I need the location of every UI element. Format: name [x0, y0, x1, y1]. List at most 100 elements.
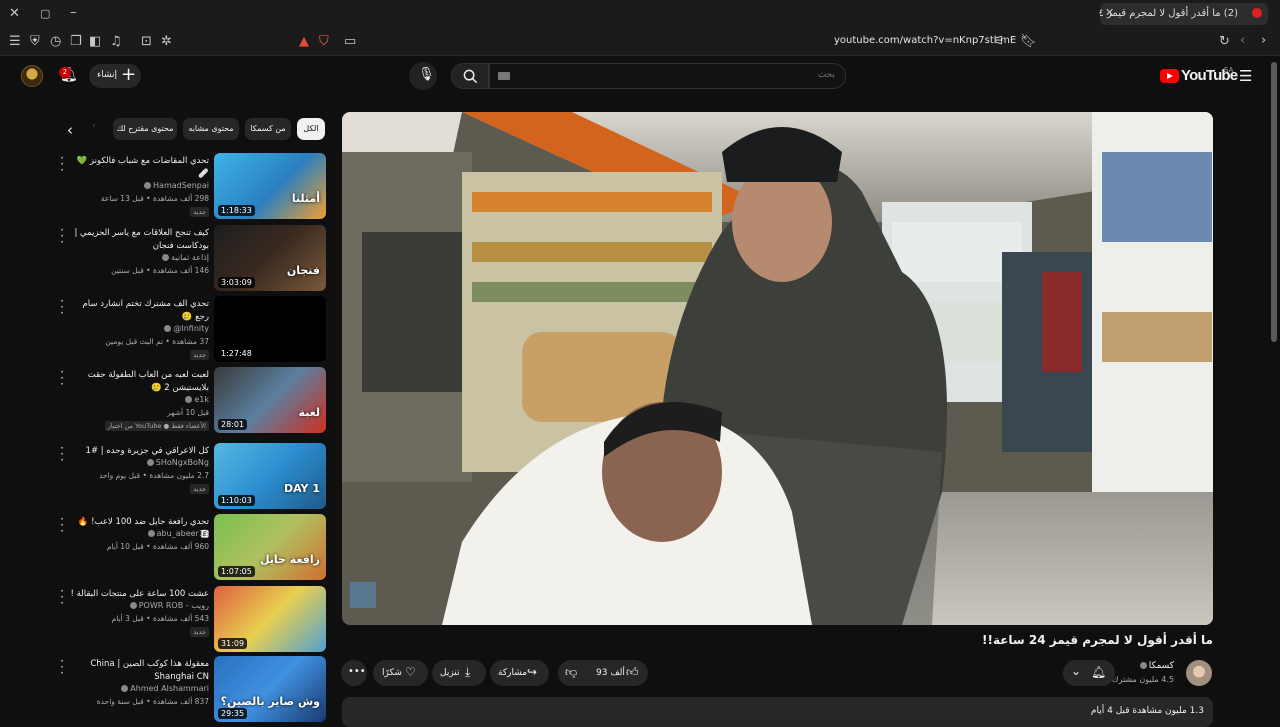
chips-scroll-left-icon[interactable]: ‹ [67, 121, 73, 139]
recommendation-title[interactable]: لعبت لعبه من العاب الطفولة حقت بلايستيشن… [69, 369, 209, 395]
more-options-icon[interactable]: · · · [58, 655, 66, 679]
close-window-icon[interactable]: ✕ [9, 7, 20, 21]
download-icon: ⤓ [465, 665, 471, 679]
recommendation-item[interactable]: لعبة 28:01 لعبت لعبه من العاب الطفولة حقت … [50, 366, 326, 433]
recommendation-title[interactable]: كيف تنجح العلاقات مع ياسر الحزيمي | بودك… [69, 227, 209, 253]
channel-text: Infinity@ [173, 324, 209, 333]
close-tab-icon[interactable]: ✕ [1105, 6, 1114, 19]
video-thumbnail[interactable]: أمثلنا 1:18:33 [214, 153, 326, 219]
recommendation-title[interactable]: كل الاعراقي في جزيرة وحده | #1 [69, 445, 209, 458]
recommendation-item[interactable]: رافعة حايل 1:07:05 تحدي رافعة حايل ضد 100 … [50, 513, 326, 580]
recommendation-meta: 37 مشاهدة • تم البث قبل يومين [105, 337, 209, 346]
chip-all[interactable]: الكل [297, 118, 325, 140]
verified-icon [146, 459, 154, 466]
keyboard-icon[interactable] [498, 72, 510, 80]
music-icon[interactable]: ♫ [110, 35, 122, 49]
duration-badge: 1:10:03 [218, 495, 255, 506]
recommendation-title[interactable]: عشت 100 ساعة على منتجات البقالة ! [69, 588, 209, 601]
description-box[interactable]: 1.3 مليون مشاهدة قبل 4 أيام [342, 697, 1213, 727]
video-thumbnail[interactable]: رافعة حايل 1:07:05 [214, 514, 326, 580]
guide-menu-icon[interactable]: ☰ [1239, 67, 1252, 85]
share-button[interactable]: مشاركة ↪ [490, 660, 549, 686]
menu-icon[interactable]: ☰ [9, 35, 21, 49]
recommendation-channel[interactable]: رويب - POWR ROB [128, 601, 209, 610]
recommendation-channel[interactable]: abu_abeer16 [146, 529, 209, 538]
chip-suggested[interactable]: محتوى مقترح لك [113, 118, 177, 140]
site-settings-icon[interactable]: ⚟ [993, 35, 1005, 49]
video-thumbnail[interactable]: فنجان 3:03:09 [214, 225, 326, 291]
download-button[interactable]: تنزيل ⤓ [432, 660, 486, 686]
recommendation-item[interactable]: DAY 1 1:10:03 كل الاعراقي في جزيرة وحده | … [50, 442, 326, 509]
more-options-icon[interactable]: · · · [58, 585, 66, 609]
reader-mode-icon[interactable]: ▭ [344, 35, 356, 49]
history-icon[interactable]: ◷ [50, 35, 61, 49]
sidebar-icon[interactable]: ◧ [89, 35, 101, 49]
recommendation-channel[interactable]: Infinity@ [162, 324, 209, 333]
recommendation-item[interactable]: وش صاير بالصين؟ 29:35 معقولة هذا كوكب الصي… [50, 655, 326, 722]
more-options-icon[interactable]: · · · [58, 513, 66, 537]
shield-icon[interactable]: ⛨ [30, 35, 40, 49]
forward-icon[interactable]: › [1261, 34, 1266, 48]
description-meta: 1.3 مليون مشاهدة قبل 4 أيام [1090, 706, 1204, 716]
chip-related[interactable]: محتوى مشابه [183, 118, 239, 140]
like-dislike-button[interactable]: 👎︎ 93 ألف 👍︎ [558, 660, 648, 686]
create-button[interactable]: إنشاء + [89, 64, 141, 88]
recommendation-item[interactable]: فنجان 3:03:09 كيف تنجح العلاقات مع ياسر ال… [50, 224, 326, 291]
recommendation-channel[interactable]: HamadSenpai [142, 181, 209, 190]
translate-icon[interactable]: ⊡ [141, 35, 152, 49]
like-icon[interactable]: 👍︎ [626, 665, 639, 680]
youtube-logo-icon[interactable] [1160, 69, 1179, 83]
verified-icon [129, 602, 137, 609]
video-thumbnail[interactable]: لعبة 28:01 [214, 367, 326, 433]
more-options-icon[interactable]: · · · [58, 295, 66, 319]
recommendation-item[interactable]: 31:09 عشت 100 ساعة على منتجات البقالة ! رو… [50, 585, 326, 652]
thanks-label: شكرًا [382, 668, 402, 678]
subscribe-bell-button[interactable]: ⌄ 🔔︎ [1063, 660, 1115, 686]
back-icon[interactable]: ‹ [1240, 34, 1245, 48]
more-options-icon[interactable]: · · · [58, 366, 66, 390]
extensions-icon[interactable]: ✲ [161, 35, 172, 49]
video-thumbnail[interactable]: DAY 1 1:10:03 [214, 443, 326, 509]
video-thumbnail[interactable]: وش صاير بالصين؟ 29:35 [214, 656, 326, 722]
recommendation-channel[interactable]: SHoNgxBoNg [145, 458, 209, 467]
recommendation-title[interactable]: تحدي الف مشترك تختم انشارد سام رجع 🥲 [69, 298, 209, 324]
brave-rewards-icon[interactable]: ▲ [299, 35, 309, 49]
recommendation-channel[interactable]: e1k [183, 395, 209, 404]
browser-tab-active[interactable]: (2) ما أقدر أقول لا لمجرم قيمز ٢٤ ✕ [1100, 3, 1268, 25]
recommendation-title[interactable]: معقولة هذا كوكب الصين China | Shanghai C… [69, 658, 209, 684]
channel-name[interactable]: كسمكا [1138, 661, 1174, 671]
recommendation-item[interactable]: 1:27:48 تحدي الف مشترك تختم انشارد سام رج… [50, 295, 326, 362]
video-thumbnail[interactable]: 31:09 [214, 586, 326, 652]
minimize-window-icon[interactable]: – [70, 6, 77, 20]
duration-badge: 31:09 [218, 638, 248, 649]
recommendation-channel[interactable]: إذاعة ثمانية [160, 253, 209, 262]
more-actions-button[interactable]: ••• [341, 660, 367, 686]
search-input[interactable]: بحث [489, 63, 846, 89]
more-options-icon[interactable]: · · · [58, 224, 66, 248]
address-bar-url[interactable]: youtube.com/watch?v=nKnp7stl-mE [834, 35, 1016, 46]
video-thumbnail[interactable]: 1:27:48 [214, 296, 326, 362]
recommendation-title[interactable]: تحدي المقاضات مع شباب فالكونز 💚 🩹 [69, 155, 209, 181]
recommendation-item[interactable]: أمثلنا 1:18:33 تحدي المقاضات مع شباب فالكو… [50, 152, 326, 219]
recommendation-channel[interactable]: Ahmed Alshammari [119, 684, 209, 693]
browser-tab-bar: ✕ ▢ – + (2) ما أقدر أقول لا لمجرم قيمز ٢… [0, 0, 1280, 28]
chip-from-channel[interactable]: من كسمكا [245, 118, 291, 140]
voice-search-button[interactable]: 🎙︎ [409, 62, 437, 90]
tabs-icon[interactable]: ❐ [70, 35, 82, 49]
restore-window-icon[interactable]: ▢ [40, 7, 50, 21]
account-avatar[interactable] [21, 65, 43, 87]
thanks-button[interactable]: شكرًا ♡ [373, 660, 428, 686]
channel-avatar[interactable] [1186, 660, 1212, 686]
recommendation-meta: 543 ألف مشاهدة • قبل 3 أيام [111, 614, 209, 623]
bookmark-icon[interactable]: 🔖︎ [1020, 35, 1037, 49]
brave-shield-icon[interactable]: ⛉ [319, 35, 329, 49]
more-options-icon[interactable]: · · · [58, 442, 66, 466]
page-scrollbar[interactable] [1271, 62, 1277, 342]
more-options-icon[interactable]: · · · [58, 152, 66, 176]
chip-fade: ‹ [92, 121, 96, 131]
video-player[interactable] [342, 112, 1213, 625]
reload-icon[interactable]: ↻ [1219, 35, 1230, 49]
search-button[interactable] [451, 63, 489, 89]
more-icon: ••• [348, 666, 366, 677]
dislike-icon[interactable]: 👎︎ [565, 665, 577, 680]
